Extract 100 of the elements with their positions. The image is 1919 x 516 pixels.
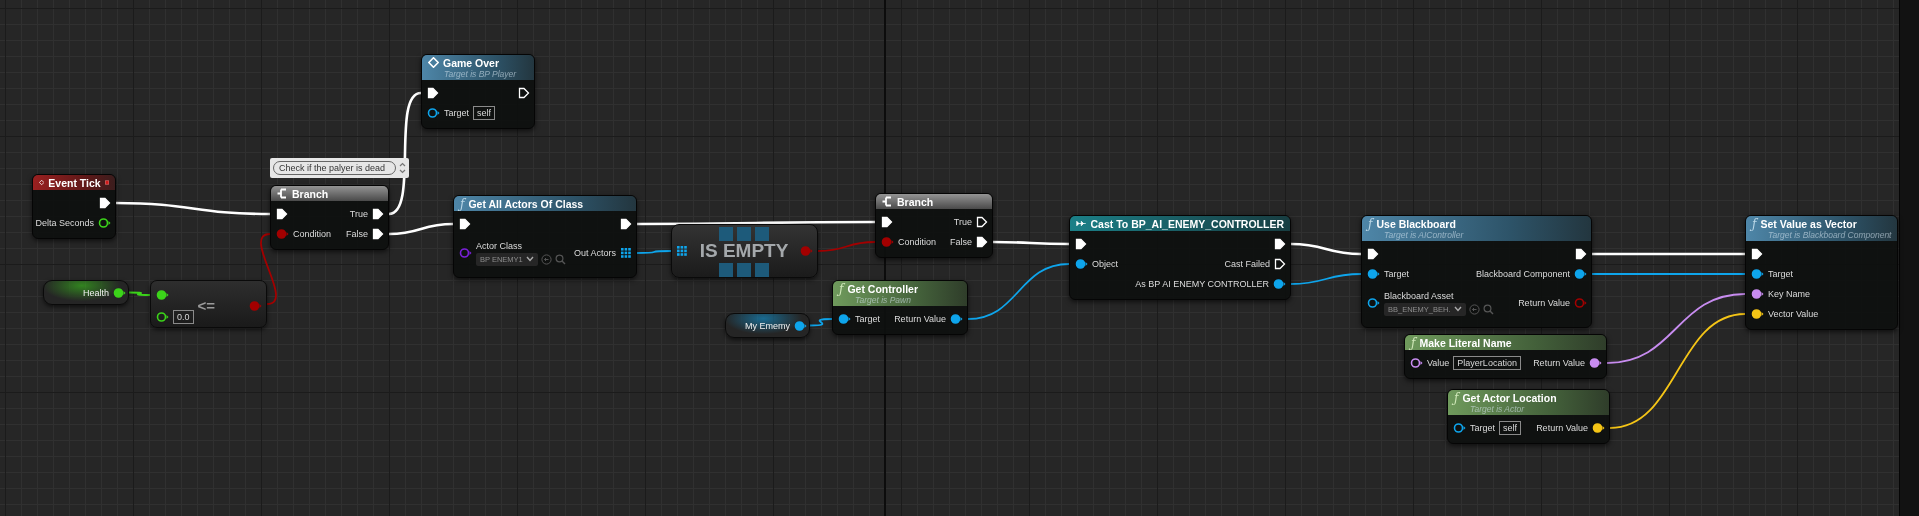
pin-label: Cast Failed bbox=[1224, 259, 1270, 269]
node-title: Branch bbox=[292, 187, 329, 200]
arrow-circle-icon[interactable] bbox=[1468, 303, 1480, 315]
data-pin-icon[interactable] bbox=[1075, 258, 1088, 270]
array-pin-icon[interactable] bbox=[620, 247, 632, 259]
function-icon: ƒ bbox=[1411, 336, 1416, 349]
event-node[interactable]: Event Tick Delta Seconds bbox=[32, 174, 116, 239]
array-pin-icon[interactable] bbox=[676, 245, 688, 257]
exec-pin-icon[interactable] bbox=[976, 236, 988, 248]
exec-pin-icon[interactable] bbox=[1751, 248, 1763, 260]
function-node[interactable]: ƒ Get Controller Target is Pawn Target Return Value bbox=[832, 280, 968, 335]
data-pin-icon[interactable] bbox=[156, 289, 169, 301]
data-pin-icon[interactable] bbox=[98, 217, 111, 229]
data-pin-icon[interactable] bbox=[427, 107, 440, 119]
function-icon: ƒ bbox=[460, 197, 465, 210]
exec-pin-icon[interactable] bbox=[459, 218, 471, 230]
function-node[interactable]: ƒ Make Literal Name Value PlayerLocation Return Value bbox=[1404, 334, 1607, 379]
exec-pin-icon[interactable] bbox=[1367, 248, 1379, 260]
node-title: Cast To BP_AI_ENEMY_CONTROLLER bbox=[1090, 217, 1284, 230]
search-icon[interactable] bbox=[1482, 303, 1494, 315]
value-field[interactable]: PlayerLocation bbox=[1453, 356, 1521, 370]
pin-label: Out Actors bbox=[573, 248, 616, 258]
operator-node[interactable]: 0.0 <= bbox=[150, 280, 267, 328]
data-pin-icon[interactable] bbox=[1574, 268, 1587, 280]
node-title: Event Tick bbox=[48, 176, 101, 189]
branch-node[interactable]: Branch True Condition False bbox=[875, 193, 993, 258]
exec-pin-icon[interactable] bbox=[881, 216, 893, 228]
exec-pin-icon[interactable] bbox=[1274, 258, 1286, 270]
exec-pin-icon[interactable] bbox=[976, 216, 988, 228]
node-subtitle: Target is BP Player bbox=[443, 68, 518, 79]
node-title: Get Controller bbox=[847, 282, 919, 295]
branch-icon bbox=[277, 188, 288, 199]
function-node[interactable]: ƒ Get Actor Location Target is Actor Target self Return Value bbox=[1447, 389, 1610, 444]
pin-label: Delta Seconds bbox=[35, 218, 94, 228]
data-pin-icon[interactable] bbox=[950, 313, 963, 325]
pin-label: True bbox=[349, 209, 368, 219]
data-pin-icon[interactable] bbox=[1592, 422, 1605, 434]
data-pin-icon[interactable] bbox=[1367, 268, 1380, 280]
cast-node[interactable]: Cast To BP_AI_ENEMY_CONTROLLER Object Cast Failed As BP AI ENEMY CONTROLLER bbox=[1069, 215, 1291, 300]
pin-label: Target bbox=[444, 108, 469, 118]
node-title: Use Blackboard bbox=[1376, 217, 1456, 230]
exec-pin-icon[interactable] bbox=[99, 197, 111, 209]
exec-pin-icon[interactable] bbox=[427, 87, 439, 99]
value-field[interactable]: 0.0 bbox=[173, 310, 194, 324]
exec-pin-icon[interactable] bbox=[1075, 238, 1087, 250]
value-field[interactable]: self bbox=[1499, 421, 1522, 435]
connection-wire bbox=[388, 222, 454, 236]
exec-pin-icon[interactable] bbox=[372, 228, 384, 240]
variable-node[interactable]: Health bbox=[43, 280, 129, 305]
collapse-icon[interactable] bbox=[399, 162, 406, 174]
variable-node[interactable]: My Ememy bbox=[725, 313, 810, 338]
node-subtitle: Target is AIController bbox=[1383, 229, 1465, 240]
node-title: Make Literal Name bbox=[1419, 336, 1512, 349]
pin-label: False bbox=[346, 229, 368, 239]
exec-pin-icon[interactable] bbox=[1575, 248, 1587, 260]
macro-node[interactable]: IS EMPTY bbox=[671, 224, 818, 278]
pin-label: Target bbox=[855, 314, 880, 324]
comment-bubble[interactable]: Check if the palyer is dead bbox=[270, 158, 409, 178]
exec-pin-icon[interactable] bbox=[276, 208, 288, 220]
pin-label: Return Value bbox=[1536, 423, 1588, 433]
data-pin-icon[interactable] bbox=[1751, 308, 1764, 320]
pin-label: As BP AI ENEMY CONTROLLER bbox=[1135, 279, 1269, 289]
diamond-icon bbox=[39, 177, 45, 188]
pin-label: False bbox=[950, 237, 972, 247]
pin-label: Vector Value bbox=[1768, 309, 1819, 319]
data-pin-icon[interactable] bbox=[1751, 288, 1764, 300]
pin-label: Condition bbox=[293, 229, 332, 239]
data-pin-icon[interactable] bbox=[1367, 297, 1380, 309]
pin-label: Return Value bbox=[1518, 298, 1570, 308]
data-pin-icon[interactable] bbox=[1589, 357, 1602, 369]
pin-label: True bbox=[953, 217, 972, 227]
data-pin-icon[interactable] bbox=[794, 319, 807, 332]
macro-label: IS EMPTY bbox=[699, 240, 789, 262]
exec-pin-icon[interactable] bbox=[1274, 238, 1286, 250]
data-pin-icon[interactable] bbox=[838, 313, 851, 325]
data-pin-icon[interactable] bbox=[113, 286, 126, 299]
arrows-icon bbox=[1076, 219, 1087, 228]
data-pin-icon[interactable] bbox=[1751, 268, 1764, 280]
data-pin-icon[interactable] bbox=[1453, 422, 1466, 434]
arrow-circle-icon[interactable] bbox=[540, 253, 552, 265]
pin-label: Actor Class bbox=[476, 240, 523, 251]
exec-pin-icon[interactable] bbox=[518, 87, 530, 99]
data-pin-icon[interactable] bbox=[156, 311, 169, 323]
variable-label: My Ememy bbox=[745, 320, 790, 331]
branch-node[interactable]: Branch True Condition False bbox=[270, 185, 389, 250]
function-node[interactable]: ƒ Set Value as Vector Target is Blackboard Component Target Key Name Vector Value bbox=[1745, 215, 1898, 330]
pin-label: Condition bbox=[898, 237, 937, 247]
exec-pin-icon[interactable] bbox=[620, 218, 632, 230]
function-icon: ƒ bbox=[1752, 217, 1757, 230]
exec-pin-icon[interactable] bbox=[372, 208, 384, 220]
search-icon[interactable] bbox=[554, 253, 566, 265]
delegate-pin-icon[interactable] bbox=[104, 178, 109, 187]
data-pin-icon[interactable] bbox=[1273, 278, 1286, 290]
connection-wire bbox=[817, 241, 876, 252]
value-field[interactable]: self bbox=[473, 106, 496, 120]
operator-symbol: <= bbox=[197, 297, 216, 314]
connection-wire bbox=[1290, 242, 1362, 256]
connection-wire bbox=[128, 291, 151, 296]
data-pin-icon[interactable] bbox=[1410, 357, 1423, 369]
function-node[interactable]: Game Over Target is BP Player Target self bbox=[421, 54, 535, 129]
